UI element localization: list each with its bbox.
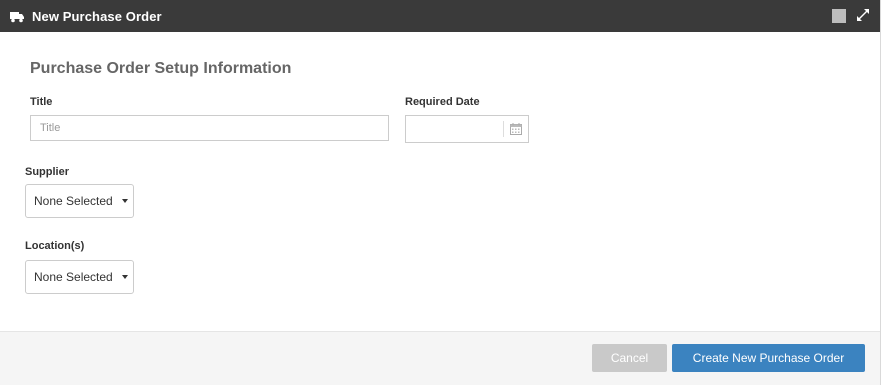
- dialog-footer: Cancel Create New Purchase Order: [0, 331, 880, 385]
- dialog-body: Purchase Order Setup Information Title T…: [0, 32, 880, 331]
- locations-select[interactable]: None Selected: [25, 260, 134, 294]
- calendar-icon[interactable]: [510, 122, 522, 135]
- section-title: Purchase Order Setup Information: [30, 60, 292, 77]
- locations-label: Location(s): [25, 240, 85, 252]
- expand-icon[interactable]: [856, 8, 870, 22]
- chevron-down-icon: [121, 199, 128, 203]
- dialog-title: New Purchase Order: [32, 8, 162, 24]
- dialog-titlebar: New Purchase Order: [0, 0, 880, 32]
- new-purchase-order-dialog: New Purchase Order Purchase Order Setup …: [0, 0, 880, 385]
- minimize-square-icon[interactable]: [832, 9, 846, 23]
- chevron-down-icon: [121, 275, 128, 279]
- title-placeholder: Title: [40, 122, 61, 134]
- truck-icon: [10, 10, 24, 23]
- title-input[interactable]: Title: [30, 115, 389, 141]
- required-date-field[interactable]: [405, 115, 529, 143]
- supplier-label: Supplier: [25, 166, 70, 178]
- supplier-select[interactable]: None Selected: [25, 184, 134, 218]
- supplier-select-value: None Selected: [34, 194, 113, 208]
- cancel-button[interactable]: Cancel: [592, 344, 667, 372]
- create-purchase-order-button[interactable]: Create New Purchase Order: [672, 344, 865, 372]
- required-date-label: Required Date: [405, 96, 480, 108]
- date-separator: [503, 121, 504, 137]
- title-label: Title: [30, 96, 53, 108]
- locations-select-value: None Selected: [34, 270, 113, 284]
